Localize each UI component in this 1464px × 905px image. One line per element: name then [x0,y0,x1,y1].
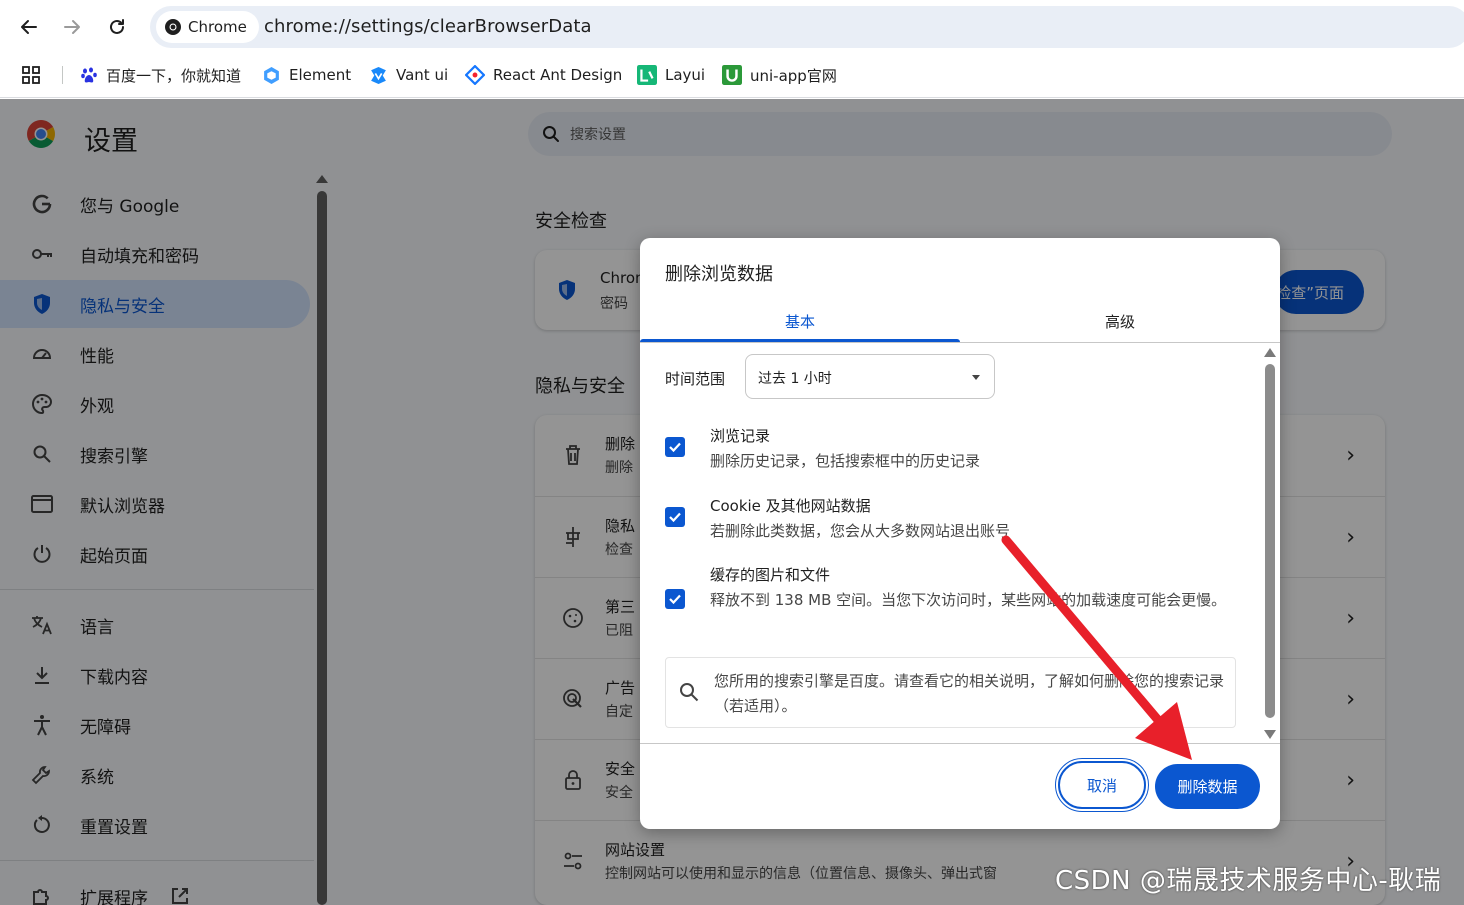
tab-basic[interactable]: 基本 [640,300,960,342]
scroll-down-arrow[interactable] [1264,730,1276,739]
checkmark-icon [669,594,681,605]
scroll-up-arrow[interactable] [1264,348,1276,357]
clear-browsing-data-dialog: 删除浏览数据 基本 高级 时间范围 过去 1 小时 浏览记录 删除历史记录，包括… [640,238,1280,829]
checkmark-icon [669,512,681,523]
watermark-text: CSDN @瑞晟技术服务中心-耿瑞 [1055,866,1442,896]
dialog-scrollbar[interactable] [1262,346,1278,742]
bookmark-label: Vant ui [396,66,449,84]
apps-grid-icon [22,66,40,84]
element-logo-icon [264,66,279,84]
footer-divider [640,743,1280,744]
layui-logo-icon [637,65,657,85]
bookmark-label: uni-app官网 [750,66,837,85]
bookmark-separator [62,66,63,84]
uniapp-logo-icon [722,65,742,85]
reload-icon [110,19,124,34]
time-range-value: 过去 1 小时 [758,371,832,387]
option-title: 缓存的图片和文件 [710,566,831,584]
apps-button[interactable] [22,64,40,86]
caret-down-icon [972,375,980,380]
bookmark-react-ant-design[interactable]: React Ant Design [465,64,622,86]
cancel-button[interactable]: 取消 [1055,758,1149,812]
bookmark-layui[interactable]: Layui [637,64,705,86]
time-range-label: 时间范围 [665,370,726,388]
site-info-chip[interactable]: Chrome [156,11,259,43]
option-description: 释放不到 138 MB 空间。当您下次访问时，某些网站的加载速度可能会更慢。 [710,591,1227,609]
arrow-left-icon [21,20,37,34]
browser-toolbar: Chrome chrome://settings/clearBrowserDat… [0,0,1464,52]
option-description: 若删除此类数据，您会从大多数网站退出账号 [710,522,1011,540]
bookmark-element[interactable]: Element [262,64,351,86]
back-button[interactable] [14,12,44,42]
chip-label: Chrome [188,18,247,36]
tab-divider [640,342,1280,343]
baidu-paw-icon [81,67,97,83]
bookmark-label: Element [289,66,352,84]
bookmark-vant[interactable]: Vant ui [369,64,448,86]
bookmark-uniapp[interactable]: uni-app官网 [722,64,837,86]
bookmarks-bar: 百度一下，你就知道 Element Vant ui React Ant Desi… [0,52,1464,98]
option-description: 删除历史记录，包括搜索框中的历史记录 [710,452,981,470]
notice-text: 您所用的搜索引擎是百度。请查看它的相关说明，了解如何删除您的搜索记录（若适用）。 [714,672,1225,715]
vant-logo-icon [371,66,386,84]
dialog-title: 删除浏览数据 [665,264,773,285]
bookmark-label: React Ant Design [493,66,623,84]
bookmark-baidu[interactable]: 百度一下，你就知道 [80,64,241,86]
time-range-select[interactable]: 过去 1 小时 [745,354,995,399]
cookies-checkbox[interactable] [665,507,685,527]
url-text[interactable]: chrome://settings/clearBrowserData [264,16,592,37]
delete-data-button[interactable]: 删除数据 [1155,764,1260,809]
scroll-thumb[interactable] [1265,364,1275,718]
forward-button[interactable] [57,12,87,42]
arrow-right-icon [64,20,80,34]
checkmark-icon [669,442,681,453]
omnibox[interactable]: Chrome chrome://settings/clearBrowserDat… [150,6,1464,48]
search-engine-notice: 您所用的搜索引擎是百度。请查看它的相关说明，了解如何删除您的搜索记录（若适用）。 [665,657,1236,728]
reload-button[interactable] [102,12,132,42]
search-icon [680,683,699,702]
option-title: Cookie 及其他网站数据 [710,497,871,515]
browsing-history-checkbox[interactable] [665,437,685,457]
option-title: 浏览记录 [710,427,771,445]
bookmark-label: 百度一下，你就知道 [106,66,242,85]
tab-advanced[interactable]: 高级 [960,300,1280,342]
cache-checkbox[interactable] [665,589,685,609]
chrome-logo-icon [165,19,181,35]
bookmark-label: Layui [665,66,706,84]
ant-design-logo-icon [465,65,485,85]
